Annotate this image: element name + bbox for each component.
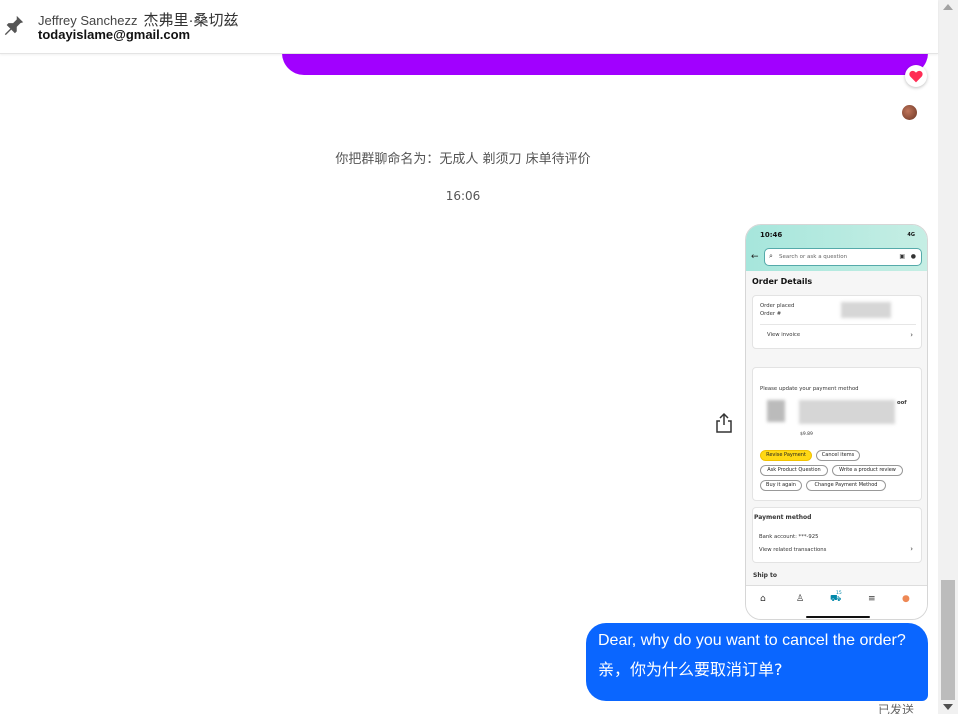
shot-top-bar: 10:46 4G ← ⌕ Search or ask a question ▣ …: [746, 225, 927, 271]
shot-search-placeholder: Search or ask a question: [779, 254, 848, 260]
buy-again-button: Buy it again: [760, 480, 802, 491]
shot-time: 10:46: [760, 231, 783, 239]
payment-update-text: Please update your payment method: [760, 386, 859, 392]
scroll-up-arrow-icon[interactable]: [943, 4, 953, 10]
system-note: 你把群聊命名为：无成人 剃须刀 床单待评价: [335, 152, 591, 167]
outgoing-message-cn: 亲，你为什么要取消订单?: [598, 660, 783, 679]
camera-icon: ▣: [899, 253, 905, 260]
item-price: $9.89: [800, 432, 813, 437]
blurred-product-image: [767, 400, 785, 422]
chevron-right-icon: ›: [910, 331, 913, 339]
scroll-down-arrow-icon[interactable]: [943, 704, 953, 710]
chat-header: Jeffrey Sanchezz 杰弗里·桑切兹 todayislame@gmai…: [0, 0, 938, 54]
divider: [760, 324, 916, 325]
view-invoice-label: View invoice: [767, 332, 801, 338]
share-icon[interactable]: [714, 412, 734, 434]
search-icon: ⌕: [769, 252, 773, 260]
read-receipt-avatar: [902, 105, 917, 120]
cart-count: 15: [836, 591, 842, 596]
pin-icon[interactable]: [3, 14, 25, 36]
blurred-order-info: [841, 302, 891, 318]
view-transactions-link: View related transactions: [759, 547, 827, 553]
outgoing-message-bubble[interactable]: Dear, why do you want to cancel the orde…: [586, 623, 928, 701]
menu-icon: ≡: [868, 594, 876, 604]
heart-icon: [909, 70, 923, 82]
payment-method-card: Payment method Bank account: ***-925 Vie…: [752, 507, 922, 563]
shot-status: 4G: [907, 232, 915, 238]
shot-bottom-nav: ⌂ ♙ ⛟ 15 ≡ ●: [746, 585, 927, 619]
messenger-window: Jeffrey Sanchezz 杰弗里·桑切兹 todayislame@gmai…: [0, 0, 958, 714]
ai-assistant-icon: ●: [902, 594, 910, 604]
shot-title: Order Details: [752, 277, 813, 286]
outgoing-message-en: Dear, why do you want to cancel the orde…: [598, 632, 906, 649]
shot-search-bar: ⌕ Search or ask a question ▣ ●: [764, 248, 922, 266]
revise-payment-button: Revise Payment: [760, 450, 812, 461]
write-review-button: Write a product review: [832, 465, 903, 476]
ask-product-question-button: Ask Product Question: [760, 465, 828, 476]
message-timestamp: 16:06: [445, 189, 481, 203]
scrollbar[interactable]: [938, 0, 958, 714]
chevron-right-icon: ›: [910, 545, 913, 553]
item-title-suffix: oof: [897, 400, 907, 406]
mic-icon: ●: [910, 253, 916, 260]
heart-reaction[interactable]: [905, 65, 927, 87]
scroll-thumb[interactable]: [941, 580, 955, 700]
cancel-items-button: Cancel items: [816, 450, 860, 461]
back-arrow-icon: ←: [751, 252, 759, 262]
order-card: Order placed Order # View invoice ›: [752, 295, 922, 349]
change-payment-method-button: Change Payment Method: [806, 480, 886, 491]
order-placed-label: Order placed: [760, 303, 795, 309]
item-card: Please update your payment method oof $9…: [752, 367, 922, 501]
payment-method-title: Payment method: [754, 514, 812, 521]
contact-email: todayislame@gmail.com: [38, 27, 191, 42]
blurred-product-title: [799, 400, 895, 424]
sent-status: 已发送: [878, 703, 915, 714]
contact-name-en: Jeffrey Sanchezz: [38, 13, 138, 28]
home-icon: ⌂: [760, 594, 766, 604]
ship-to-title: Ship to: [753, 572, 778, 579]
shot-body: Order Details Order placed Order # View …: [746, 271, 927, 587]
person-icon: ♙: [796, 594, 805, 604]
home-indicator: [806, 616, 870, 618]
image-attachment[interactable]: 10:46 4G ← ⌕ Search or ask a question ▣ …: [745, 224, 928, 620]
order-number-label: Order #: [760, 311, 782, 317]
bank-account-text: Bank account: ***-925: [759, 534, 819, 540]
